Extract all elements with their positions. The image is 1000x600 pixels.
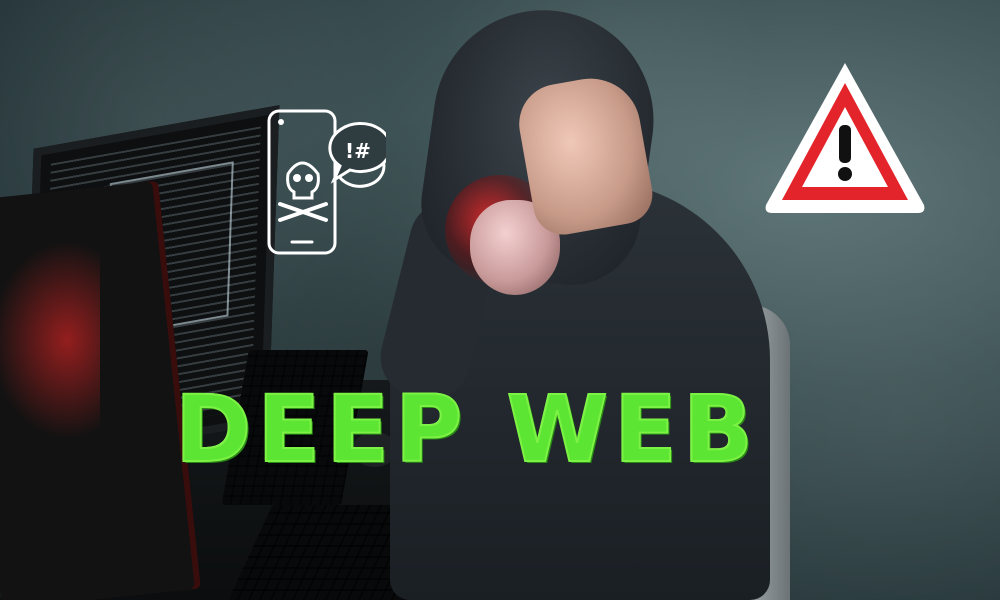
skull-icon xyxy=(278,161,328,222)
red-glow xyxy=(0,240,100,440)
speech-bubble-icon: !# xyxy=(328,122,386,188)
speech-text: !# xyxy=(345,139,371,163)
warning-triangle-icon xyxy=(765,63,925,213)
deep-web-title: DEEP WEB xyxy=(174,376,759,483)
phone-skull-icon: !# xyxy=(267,109,386,255)
scene: !# DEEP WEB xyxy=(0,0,1000,600)
